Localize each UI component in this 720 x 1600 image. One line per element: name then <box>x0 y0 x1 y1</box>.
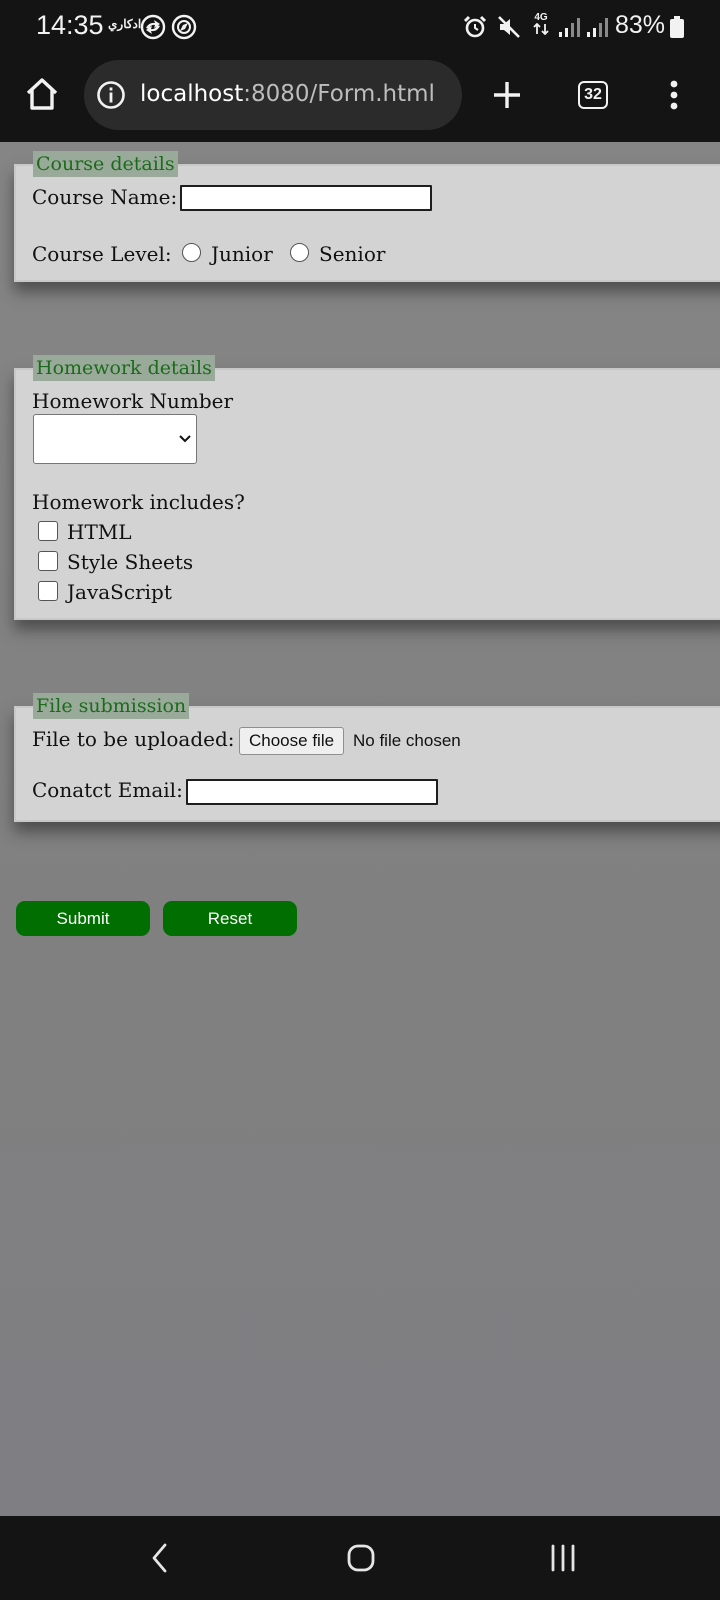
html-checkbox[interactable] <box>38 521 58 541</box>
home-icon <box>26 78 58 110</box>
file-submission-legend: File submission <box>33 693 190 719</box>
back-icon <box>152 1543 167 1573</box>
battery-icon <box>670 16 684 38</box>
junior-radio-label: Junior <box>211 242 273 266</box>
junior-radio[interactable] <box>182 243 201 262</box>
url-host: localhost <box>140 81 244 107</box>
new-tab-button[interactable] <box>482 70 532 120</box>
chevron-down-icon <box>179 435 191 443</box>
html-checkbox-label: HTML <box>67 520 132 544</box>
homework-number-label: Homework Number <box>32 389 234 413</box>
web-page: Course details Course Name: Course Level… <box>0 142 720 1516</box>
reset-button[interactable]: Reset <box>163 901 297 936</box>
file-upload-label: File to be uploaded: <box>32 727 235 751</box>
course-level-label: Course Level: <box>32 242 172 266</box>
submit-button[interactable]: Submit <box>16 901 150 936</box>
homework-number-select[interactable] <box>33 414 197 464</box>
home-circle-icon <box>347 1544 375 1572</box>
contact-email-input[interactable] <box>186 779 438 805</box>
homework-details-legend: Homework details <box>33 355 215 381</box>
alarm-icon <box>463 15 487 38</box>
choose-file-button[interactable]: Choose file <box>239 727 345 755</box>
file-submission-fieldset: File submission File to be uploaded: Cho… <box>14 693 720 822</box>
tab-switcher-button[interactable]: 32 <box>568 70 618 120</box>
compass-icon <box>171 14 197 40</box>
tabs-icon: 32 <box>578 81 608 109</box>
course-details-fieldset: Course details Course Name: Course Level… <box>14 151 720 282</box>
signal-icon <box>559 18 580 37</box>
course-name-input[interactable] <box>180 185 432 211</box>
nav-home-button[interactable] <box>331 1536 391 1580</box>
recents-icon <box>551 1544 575 1572</box>
network-type-label: 4G <box>534 12 548 23</box>
sync-icon <box>140 14 166 40</box>
battery-percent: 83% <box>615 11 666 39</box>
recents-button[interactable] <box>533 1536 593 1580</box>
javascript-checkbox-label: JavaScript <box>67 580 172 604</box>
menu-button[interactable] <box>654 70 694 120</box>
senior-radio[interactable] <box>290 243 309 262</box>
homework-includes-label: Homework includes? <box>32 490 245 514</box>
data-arrows-icon <box>533 22 549 36</box>
homework-details-fieldset: Homework details Homework Number Homewor… <box>14 355 720 620</box>
plus-icon <box>494 82 520 108</box>
signal-icon <box>587 18 608 37</box>
home-button[interactable] <box>16 68 68 120</box>
navigation-bar <box>0 1516 720 1600</box>
course-details-legend: Course details <box>33 151 178 177</box>
browser-toolbar: localhost:8080/Form.html 32 <box>0 52 720 142</box>
tab-count: 32 <box>584 86 602 103</box>
more-vert-icon <box>670 80 678 110</box>
network-type: 4G <box>533 13 549 38</box>
senior-radio-label: Senior <box>319 242 386 266</box>
mute-icon <box>498 16 520 38</box>
url-path: :8080/Form.html <box>243 81 435 107</box>
status-time: 14:35 <box>36 10 104 40</box>
contact-email-label: Conatct Email: <box>32 778 183 802</box>
javascript-checkbox[interactable] <box>38 581 58 601</box>
status-app-label: ادكاري <box>108 17 142 31</box>
back-button[interactable] <box>130 1536 190 1580</box>
file-status-text: No file chosen <box>353 731 461 750</box>
status-bar: 14:35 ادكاري 4G 83% <box>0 0 720 52</box>
address-bar[interactable]: localhost:8080/Form.html <box>84 60 462 130</box>
style-sheets-checkbox[interactable] <box>38 551 58 571</box>
url-text: localhost:8080/Form.html <box>140 81 435 107</box>
style-sheets-checkbox-label: Style Sheets <box>67 550 194 574</box>
info-icon[interactable] <box>96 80 126 110</box>
course-name-label: Course Name: <box>32 185 178 209</box>
